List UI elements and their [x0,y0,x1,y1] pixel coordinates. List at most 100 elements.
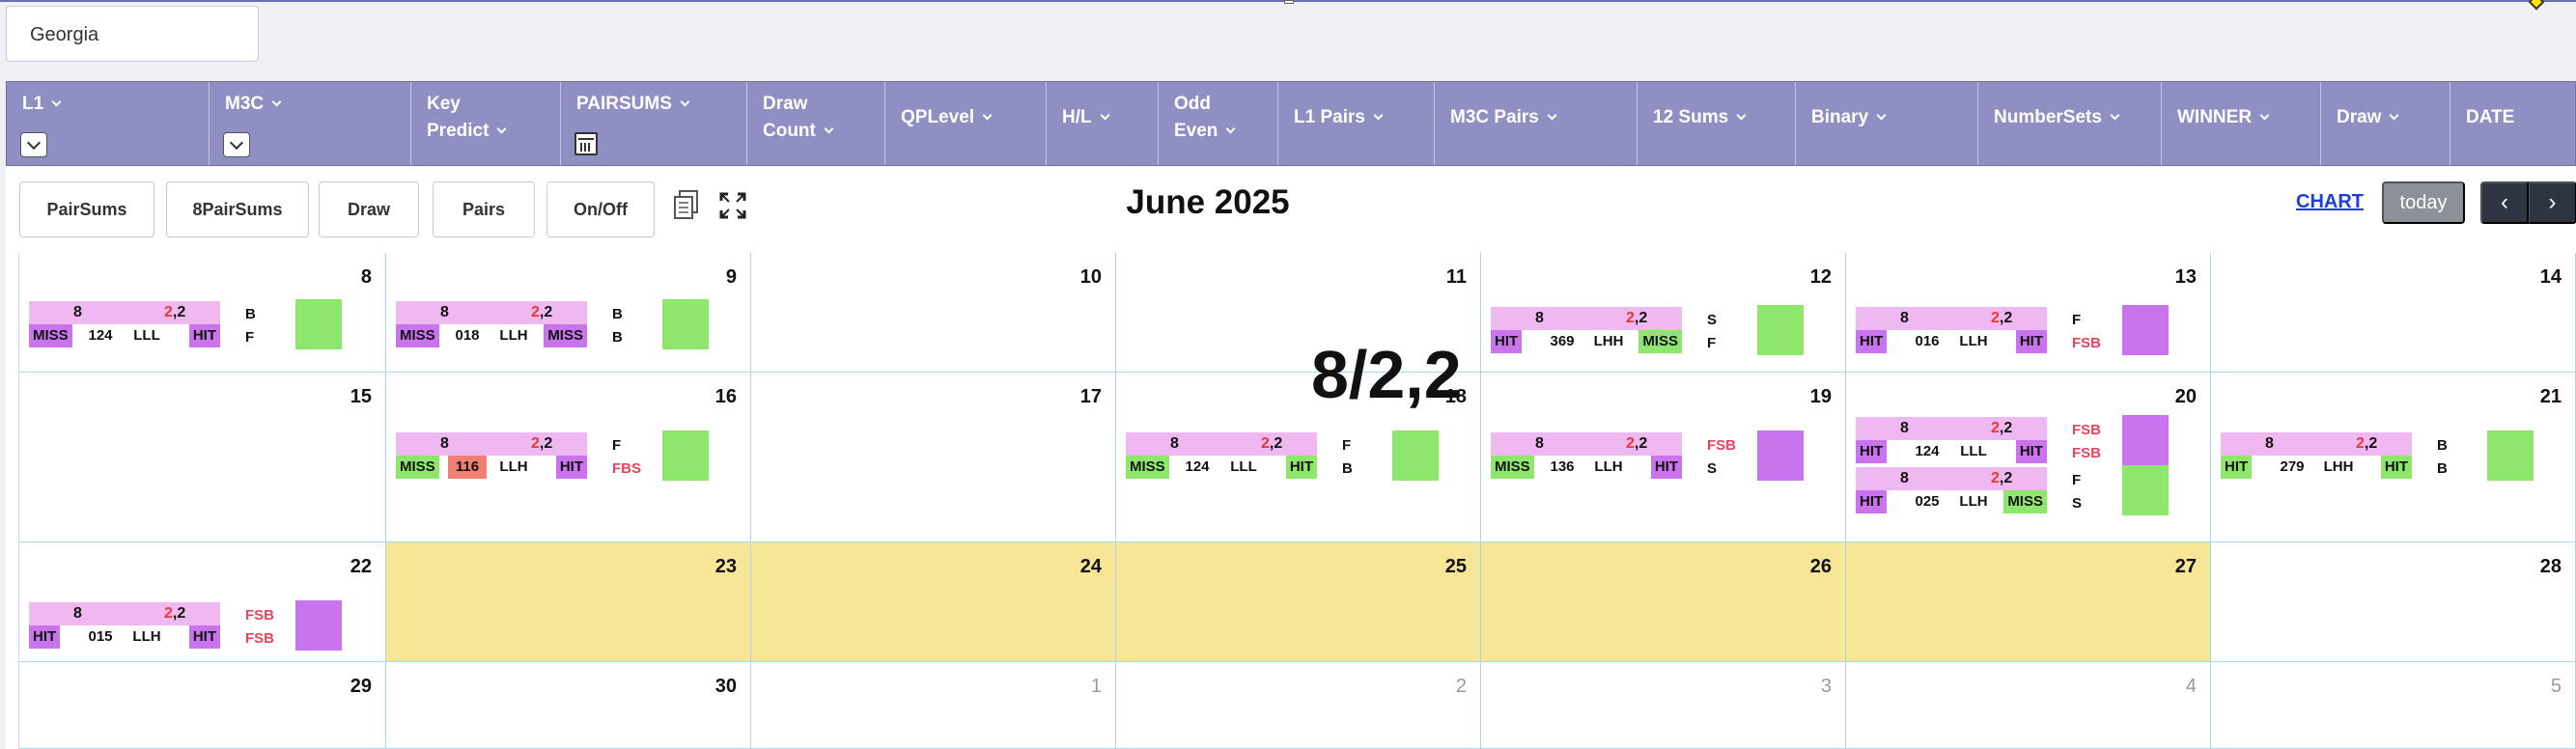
day-number[interactable]: 26 [1810,556,1832,578]
chevron-down-icon[interactable] [271,97,282,107]
day-cell[interactable]: 5 [2211,662,2576,749]
filter-column[interactable]: L1 [7,82,210,165]
day-number[interactable]: 16 [715,386,737,408]
filter-column[interactable]: PAIRSUMS [561,82,747,165]
chevron-down-icon[interactable] [824,124,834,134]
day-cell[interactable]: 19 8 2,2 MISS 136 LLH HIT FSB S [1481,373,1846,542]
filter-column[interactable]: NumberSets [1978,82,2162,165]
resize-handle[interactable] [1284,0,1294,4]
calendar-icon[interactable] [574,132,598,155]
chevron-down-icon[interactable] [1876,110,1887,121]
filter-column[interactable]: DATE [2450,82,2576,165]
day-cell[interactable]: 8 8 2,2 MISS 124 LLL HIT B F [19,253,386,373]
draw-entry[interactable]: 8 2,2 HIT 015 LLH HIT FSB FSB [29,600,348,652]
day-number[interactable]: 3 [1821,676,1832,698]
filter-dropdown[interactable] [20,132,47,157]
day-cell[interactable]: 17 [751,373,1116,542]
day-cell[interactable]: 28 [2211,542,2576,662]
chart-link[interactable]: CHART [2296,191,2364,213]
chevron-down-icon[interactable] [1225,124,1236,134]
day-number[interactable]: 11 [1446,266,1467,289]
day-cell[interactable]: 3 [1481,662,1846,749]
day-number[interactable]: 8 [361,266,372,289]
day-number[interactable]: 27 [2175,556,2197,578]
day-cell[interactable]: 20 8 2,2 HIT 124 LLL HIT FSB FSB 8 2,2 HIT 025 LLH MIS… [1846,373,2211,542]
day-number[interactable]: 22 [350,556,372,578]
day-cell[interactable]: 15 [19,373,386,542]
draw-entry[interactable]: 8 2,2 HIT 279 LHH HIT B B [2221,430,2539,483]
day-number[interactable]: 25 [1445,556,1467,578]
draw-entry[interactable]: 8 2,2 MISS 136 LLH HIT FSB S [1491,430,1809,483]
pairs-button[interactable]: Pairs [433,181,535,237]
day-number[interactable]: 2 [1456,676,1467,698]
state-select[interactable]: Georgia [6,6,259,62]
draw-entry[interactable]: 8 2,2 HIT 124 LLL HIT FSB FSB [1856,415,2174,467]
chevron-down-icon[interactable] [1373,110,1384,121]
day-number[interactable]: 28 [2540,556,2562,578]
day-number[interactable]: 14 [2540,266,2562,289]
day-cell[interactable]: 24 [751,542,1116,662]
day-number[interactable]: 19 [1810,386,1832,408]
chevron-down-icon[interactable] [1100,110,1110,121]
draw-button[interactable]: Draw [319,181,419,237]
chevron-down-icon[interactable] [1736,110,1747,121]
day-cell[interactable]: 29 [19,662,386,749]
day-cell[interactable]: 22 8 2,2 HIT 015 LLH HIT FSB FSB [19,542,386,662]
filter-column[interactable]: 12 Sums [1638,82,1796,165]
draw-entry[interactable]: 8 2,2 MISS 124 LLL HIT B F [29,299,348,351]
chevron-down-icon[interactable] [51,97,62,107]
chevron-down-icon[interactable] [2390,110,2399,121]
filter-column[interactable]: Odd Even [1159,82,1278,165]
day-cell[interactable]: 1 [751,662,1116,749]
day-cell[interactable]: 21 8 2,2 HIT 279 LHH HIT B B [2211,373,2576,542]
filter-column[interactable]: Draw Count [747,82,885,165]
onoff-button[interactable]: On/Off [546,181,655,237]
chevron-down-icon[interactable] [982,110,993,121]
day-number[interactable]: 23 [715,556,737,578]
day-cell[interactable]: 25 [1116,542,1481,662]
draw-entry[interactable]: 8 2,2 MISS 124 LLL HIT F B [1126,430,1444,483]
day-cell[interactable]: 27 [1846,542,2211,662]
filter-dropdown[interactable] [223,132,250,157]
draw-entry[interactable]: 8 2,2 MISS 116 LLH HIT F FBS [396,430,714,483]
filter-column[interactable]: QPLevel [885,82,1047,165]
diamond-marker-icon[interactable] [2528,0,2545,11]
fullscreen-icon[interactable] [718,189,747,222]
prev-month-button[interactable]: ‹ [2480,181,2529,224]
day-number[interactable]: 4 [2186,676,2197,698]
day-number[interactable]: 24 [1080,556,1102,578]
day-number[interactable]: 5 [2551,676,2562,698]
day-number[interactable]: 13 [2175,266,2197,289]
today-button[interactable]: today [2382,181,2465,224]
day-number[interactable]: 17 [1080,386,1102,408]
day-cell[interactable]: 10 [751,253,1116,373]
day-cell[interactable]: 14 [2211,253,2576,373]
chevron-down-icon[interactable] [2110,110,2120,121]
filter-column[interactable]: Draw [2321,82,2450,165]
filter-column[interactable]: Binary [1796,82,1978,165]
day-number[interactable]: 21 [2540,386,2562,408]
filter-column[interactable]: M3C Pairs [1435,82,1638,165]
draw-entry[interactable]: 8 2,2 HIT 369 LHH MISS S F [1491,305,1809,357]
day-cell[interactable]: 16 8 2,2 MISS 116 LLH HIT F FBS [386,373,751,542]
day-cell[interactable]: 12 8 2,2 HIT 369 LHH MISS S F [1481,253,1846,373]
draw-entry[interactable]: 8 2,2 MISS 018 LLH MISS B B [396,299,714,351]
chevron-down-icon[interactable] [496,124,507,134]
filter-column[interactable]: WINNER [2162,82,2321,165]
day-number[interactable]: 1 [1091,676,1102,698]
filter-column[interactable]: M3C [210,82,411,165]
draw-entry[interactable]: 8 2,2 HIT 016 LLH HIT F FSB [1856,305,2174,357]
8pairsums-button[interactable]: 8PairSums [166,181,309,237]
draw-entry[interactable]: 8 2,2 HIT 025 LLH MISS F S [1856,465,2174,517]
copy-icon[interactable] [672,189,701,222]
day-cell[interactable]: 30 [386,662,751,749]
chevron-down-icon[interactable] [2259,110,2270,121]
day-cell[interactable]: 4 [1846,662,2211,749]
day-number[interactable]: 29 [350,676,372,698]
day-cell[interactable]: 13 8 2,2 HIT 016 LLH HIT F FSB [1846,253,2211,373]
chevron-down-icon[interactable] [680,97,690,107]
day-cell[interactable]: 2 [1116,662,1481,749]
chevron-down-icon[interactable] [1547,110,1557,121]
day-number[interactable]: 15 [350,386,372,408]
filter-column[interactable]: H/L [1047,82,1159,165]
